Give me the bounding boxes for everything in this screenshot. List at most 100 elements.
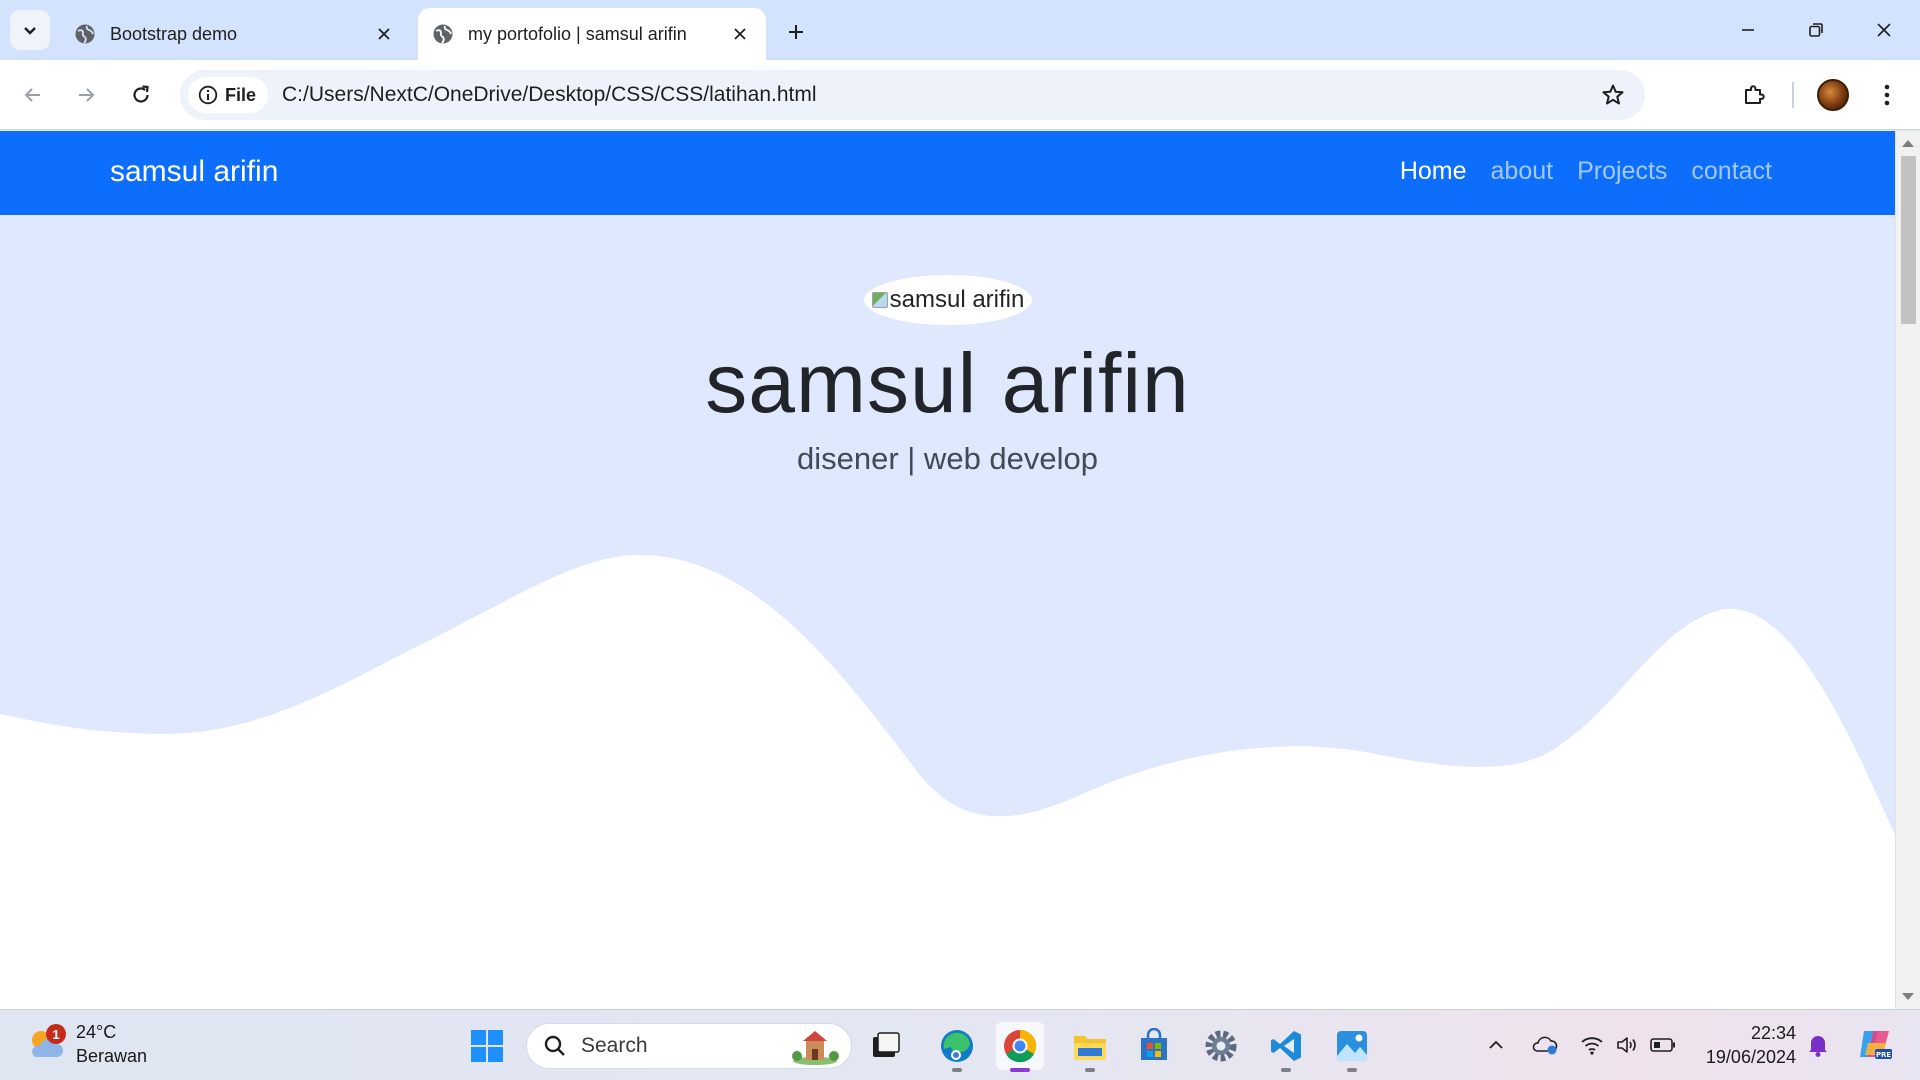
tab-title: my portofolio | samsul arifin [468,23,687,44]
weather-condition: Berawan [76,1046,148,1066]
vscode-icon [1271,1031,1301,1061]
reload-button[interactable] [121,75,161,115]
scroll-up-arrow[interactable] [1902,140,1914,147]
bell-icon [1809,1036,1827,1057]
volume-icon [1617,1037,1636,1053]
taskbar-edge[interactable] [933,1022,981,1072]
system-clock[interactable]: 22:34 19/06/2024 [1696,1021,1796,1069]
profile-image: samsul arifin [864,275,1032,325]
running-indicator [1281,1068,1291,1072]
cloud-sun-icon: 1 [26,1024,66,1064]
tray-onedrive[interactable] [1530,1030,1560,1060]
active-indicator [1010,1068,1030,1072]
nav-link-contact[interactable]: contact [1691,157,1772,186]
search-highlight-icon [792,1031,839,1065]
task-view-button[interactable] [862,1022,910,1070]
start-button[interactable] [463,1022,511,1070]
notifications-button[interactable] [1803,1030,1833,1060]
restore-icon [1809,23,1823,37]
tray-wifi[interactable] [1577,1030,1607,1060]
page-scrollbar[interactable] [1895,131,1920,1009]
site-info-chip[interactable]: File [188,77,269,113]
file-explorer-icon [1074,1036,1106,1060]
arrow-right-icon [79,88,95,102]
taskbar-settings[interactable] [1197,1022,1245,1070]
photos-icon [1337,1031,1367,1061]
edge-icon [941,1030,973,1062]
navbar-brand[interactable]: samsul arifin [110,155,278,189]
star-icon [1602,84,1624,105]
forward-button[interactable] [66,75,106,115]
site-chip-label: File [225,84,257,105]
address-bar[interactable]: File C:/Users/NextC/OneDrive/Desktop/CSS… [180,70,1645,120]
taskbar-file-explorer[interactable] [1066,1022,1114,1072]
taskbar-vscode[interactable] [1262,1022,1310,1072]
windows-taskbar: 1 24°C Berawan Search 22:34 19/06/2024 P… [0,1009,1920,1080]
minimize-icon [1742,29,1754,31]
nav-links: Home about Projects contact [1400,157,1772,186]
taskbar-chrome[interactable] [996,1022,1044,1072]
close-icon[interactable] [726,20,754,48]
svg-text:PRE: PRE [1876,1051,1892,1059]
new-tab-button[interactable] [780,16,812,48]
profile-image-alt: samsul arifin [889,286,1025,313]
extensions-button[interactable] [1734,75,1774,115]
arrow-left-icon [24,88,40,102]
close-icon [1877,23,1891,37]
running-indicator [1347,1068,1357,1072]
menu-button[interactable] [1867,75,1907,115]
close-window-button[interactable] [1862,10,1906,50]
scroll-thumb[interactable] [1901,156,1916,324]
taskbar-store[interactable] [1130,1022,1178,1070]
globe-icon [432,23,454,45]
taskbar-photos[interactable] [1328,1022,1376,1072]
hero-section: samsul arifin samsul arifin disener | we… [0,215,1895,1009]
restore-button[interactable] [1794,10,1838,50]
store-icon [1141,1028,1167,1060]
url-text[interactable]: C:/Users/NextC/OneDrive/Desktop/CSS/CSS/… [282,83,817,107]
scroll-down-arrow[interactable] [1902,993,1914,1000]
cloud-sync-icon [1532,1036,1558,1055]
broken-image-icon [871,292,888,308]
tab-search-button[interactable] [10,10,50,50]
tray-battery[interactable] [1648,1030,1678,1060]
chrome-icon [1004,1029,1037,1063]
info-icon [198,85,218,105]
profile-avatar[interactable] [1817,79,1849,111]
weather-temp: 24°C [76,1022,117,1042]
copilot-icon: PRE [1860,1031,1892,1059]
settings-icon [1205,1030,1237,1062]
nav-link-about[interactable]: about [1491,157,1554,186]
nav-link-home[interactable]: Home [1400,157,1467,186]
taskbar-search[interactable]: Search [526,1023,852,1069]
tray-volume[interactable] [1612,1030,1642,1060]
plus-icon [789,25,803,39]
site-navbar: samsul arifin Home about Projects contac… [0,131,1895,215]
bookmark-button[interactable] [1595,77,1631,113]
task-view-icon [873,1032,900,1057]
reload-icon [133,85,149,103]
chevron-down-icon [24,27,36,35]
toolbar-divider [1792,82,1794,108]
show-hidden-icons[interactable] [1481,1030,1511,1060]
browser-toolbar: File C:/Users/NextC/OneDrive/Desktop/CSS… [0,60,1920,130]
tab-title: Bootstrap demo [110,23,238,44]
puzzle-icon [1745,85,1765,104]
search-label: Search [581,1034,648,1057]
nav-link-projects[interactable]: Projects [1577,157,1667,186]
tab-bootstrap-demo[interactable]: Bootstrap demo [60,8,410,60]
hero-title: samsul arifin [705,336,1190,430]
tab-strip: Bootstrap demo my portofolio | samsul ar… [0,0,1920,60]
weather-widget[interactable]: 1 24°C Berawan [26,1020,147,1068]
wifi-icon [1581,1037,1603,1055]
close-icon[interactable] [370,20,398,48]
notification-badge: 1 [46,1024,66,1044]
tab-my-portofolio[interactable]: my portofolio | samsul arifin [418,8,766,60]
search-icon [544,1035,565,1056]
battery-icon [1650,1038,1675,1052]
clock-date: 19/06/2024 [1705,1047,1796,1067]
copilot-button[interactable]: PRE [1855,1024,1895,1064]
page-viewport: samsul arifin Home about Projects contac… [0,131,1895,1009]
back-button[interactable] [13,75,53,115]
minimize-button[interactable] [1726,10,1770,50]
